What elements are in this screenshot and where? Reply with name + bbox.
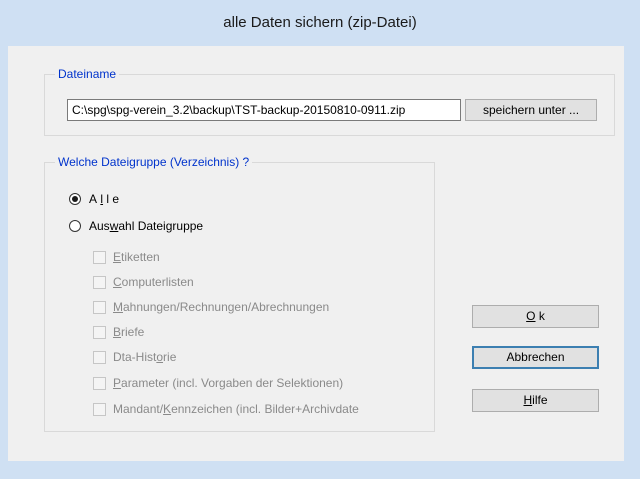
radio-all-label: A l l e [89, 192, 120, 206]
save-as-button-label: speichern unter ... [482, 103, 580, 117]
help-button-label: Hilfe [523, 393, 548, 407]
radio-selection-indicator[interactable] [69, 220, 81, 232]
checkbox-mandant-kennzeichen-label: Mandant/Kennzeichen (incl. Bilder+Archiv… [113, 402, 359, 416]
window-title: alle Daten sichern (zip-Datei) [223, 14, 417, 31]
checkbox-parameter-box[interactable] [93, 376, 106, 390]
checkbox-etiketten-box[interactable] [93, 250, 106, 264]
backup-path-field[interactable]: C:\spg\spg-verein_3.2\backup\TST-backup-… [67, 99, 461, 121]
save-as-button[interactable]: speichern unter ... [465, 99, 597, 121]
dateigruppe-group-title: Welche Dateigruppe (Verzeichnis) ? [55, 155, 253, 169]
checkbox-briefe[interactable]: Briefe [93, 325, 144, 339]
checkbox-computerlisten-box[interactable] [93, 275, 106, 289]
checkbox-briefe-label: Briefe [113, 325, 145, 339]
title-bar[interactable]: alle Daten sichern (zip-Datei) [0, 0, 640, 46]
checkbox-parameter-label: Parameter (incl. Vorgaben der Selektione… [113, 376, 344, 390]
ok-button-label: O k [526, 309, 545, 323]
radio-all[interactable]: A l l e [69, 192, 119, 206]
checkbox-mandant-kennzeichen-box[interactable] [93, 402, 106, 416]
cancel-button-label: Abbrechen [506, 350, 565, 364]
checkbox-dta-historie-label: Dta-Historie [113, 350, 177, 364]
help-button[interactable]: Hilfe [472, 389, 599, 412]
radio-selection[interactable]: Auswahl Dateigruppe [69, 219, 203, 233]
checkbox-dta-historie-box[interactable] [93, 350, 106, 364]
ok-button[interactable]: O k [472, 305, 599, 328]
checkbox-computerlisten-label: Computerlisten [113, 275, 194, 289]
checkbox-dta-historie[interactable]: Dta-Historie [93, 350, 176, 364]
checkbox-etiketten[interactable]: Etiketten [93, 250, 160, 264]
dateiname-group-title: Dateiname [55, 67, 120, 81]
radio-all-indicator[interactable] [69, 193, 81, 205]
checkbox-mandant-kennzeichen[interactable]: Mandant/Kennzeichen (incl. Bilder+Archiv… [93, 402, 427, 416]
checkbox-parameter[interactable]: Parameter (incl. Vorgaben der Selektione… [93, 376, 343, 390]
checkbox-mahnungen-box[interactable] [93, 300, 106, 314]
dialog-window: alle Daten sichern (zip-Datei) Dateiname… [0, 0, 640, 479]
cancel-button[interactable]: Abbrechen [472, 346, 599, 369]
checkbox-etiketten-label: Etiketten [113, 250, 160, 264]
radio-selection-label: Auswahl Dateigruppe [89, 219, 204, 233]
checkbox-computerlisten[interactable]: Computerlisten [93, 275, 194, 289]
checkbox-briefe-box[interactable] [93, 325, 106, 339]
checkbox-mahnungen-label: Mahnungen/Rechnungen/Abrechnungen [113, 300, 330, 314]
checkbox-mahnungen[interactable]: Mahnungen/Rechnungen/Abrechnungen [93, 300, 329, 314]
